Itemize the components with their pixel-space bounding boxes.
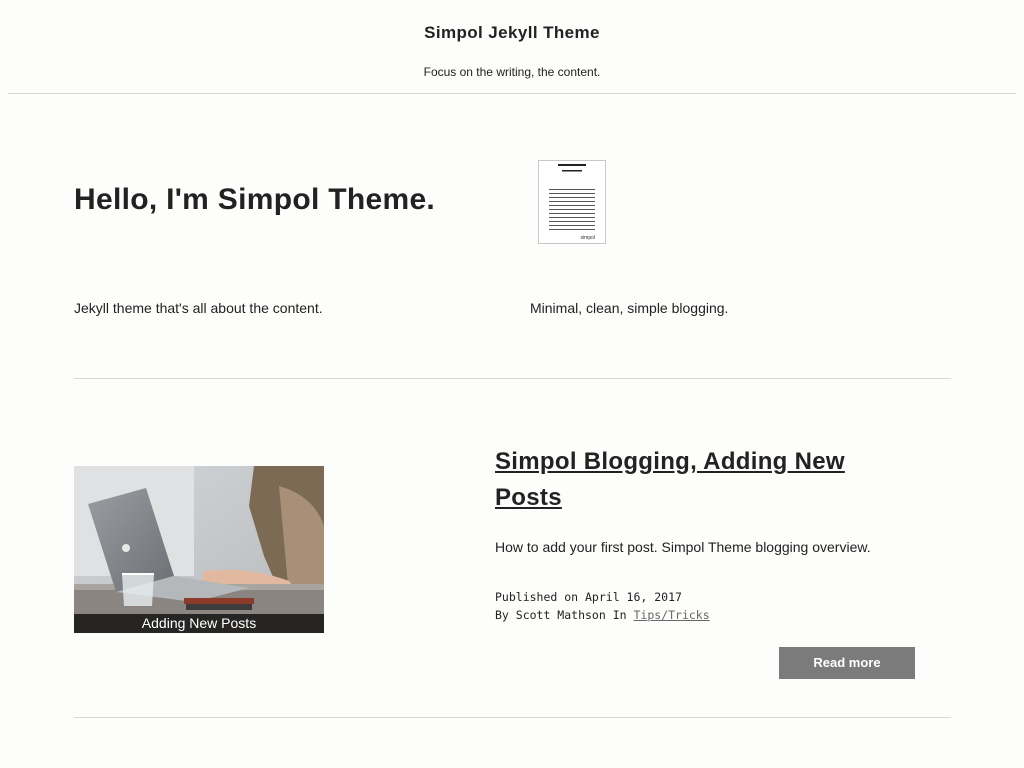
post-thumbnail[interactable]: Adding New Posts [74,466,324,633]
site-header: Simpol Jekyll Theme Focus on the writing… [8,0,1016,94]
hero-title: Hello, I'm Simpol Theme. [74,183,436,216]
laptop-photo [74,466,324,633]
svg-text:simpol: simpol [581,235,595,241]
post-title-link[interactable]: Simpol Blogging, Adding New Posts [495,444,915,516]
divider [74,717,951,718]
site-tagline: Focus on the writing, the content. [423,65,601,79]
thumbnail-caption: Adding New Posts [74,614,324,633]
post-excerpt: How to add your first post. Simpol Theme… [495,539,871,555]
hero-description-right: Minimal, clean, simple blogging. [530,300,729,316]
site-title[interactable]: Simpol Jekyll Theme [8,23,1016,43]
hero-description-left: Jekyll theme that's all about the conten… [74,300,323,316]
post-byline: By Scott Mathson In Tips/Tricks [495,608,710,622]
post-author: By Scott Mathson In [495,608,627,622]
post-published-date: Published on April 16, 2017 [495,590,682,604]
document-icon: simpol [538,160,606,244]
post-category-link[interactable]: Tips/Tricks [634,608,710,622]
read-more-button[interactable]: Read more [779,647,915,679]
divider [74,378,951,379]
